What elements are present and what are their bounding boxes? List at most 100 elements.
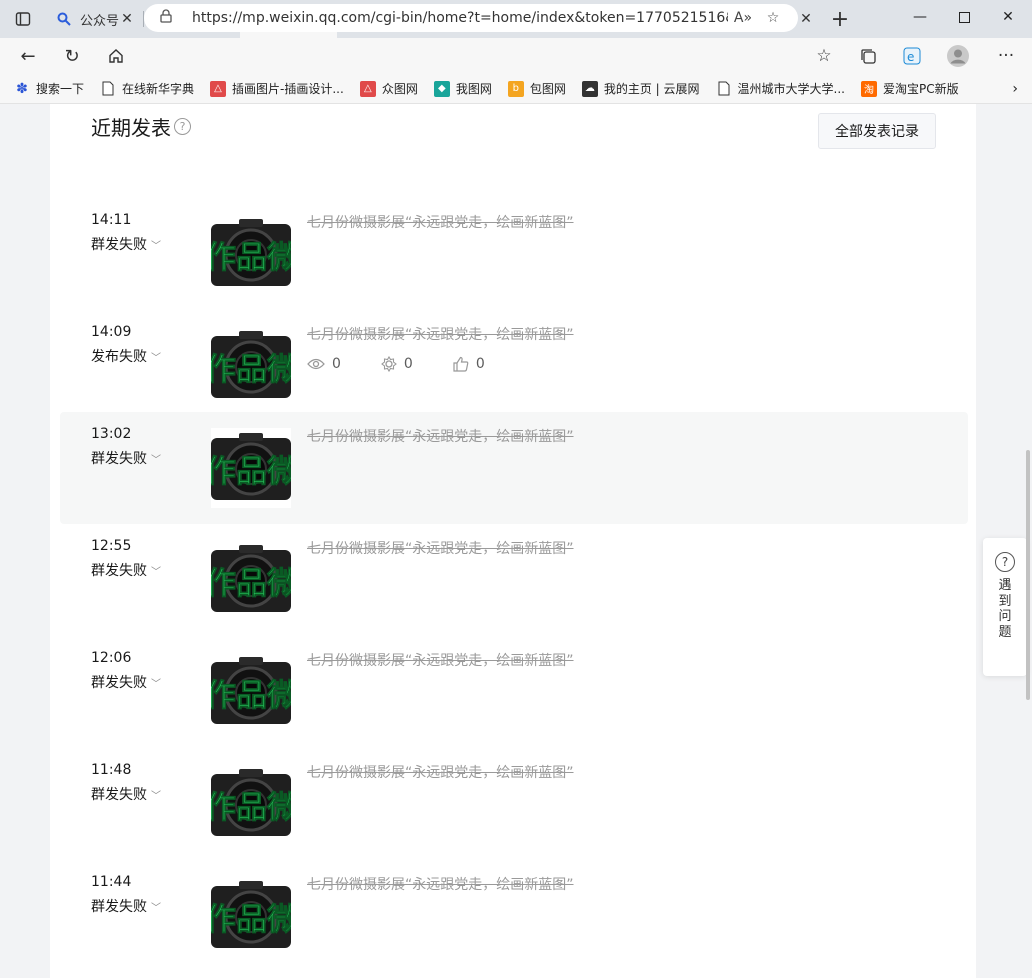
post-title[interactable]: 七月份微摄影展“永远跟党走，绘画新蓝图” xyxy=(307,212,574,232)
post-status: 群发失败 xyxy=(91,451,147,467)
favorites-button[interactable]: ☆ xyxy=(802,38,846,74)
post-thumbnail[interactable]: 作品微 xyxy=(211,326,291,406)
bookmark-label: 众图网 xyxy=(381,82,418,96)
post-thumbnail[interactable]: 作品微 xyxy=(211,876,291,956)
settings-menu-button[interactable]: ··· xyxy=(984,38,1028,74)
post-title[interactable]: 七月份微摄影展“永远跟党走，绘画新蓝图” xyxy=(307,762,574,782)
post-row[interactable]: 12:55 群发失败 ﹀ 作品微 七月份微摄影展“永远跟党走，绘画新蓝图” xyxy=(60,524,968,636)
likes-stat: 0 xyxy=(453,356,485,372)
browser-tab[interactable]: 公众号✕ xyxy=(46,0,143,38)
layers-icon: ◆ xyxy=(433,80,450,97)
drop-icon: b xyxy=(507,80,524,97)
bookmark-item[interactable]: b 包图网 xyxy=(507,80,566,97)
post-row[interactable]: 13:02 群发失败 ﹀ 作品微 七月份微摄影展“永远跟党走，绘画新蓝图” xyxy=(60,412,968,524)
post-status: 群发失败 xyxy=(91,563,147,579)
chevron-right-icon: › xyxy=(1012,81,1018,97)
svg-text:作品微: 作品微 xyxy=(211,566,291,602)
question-icon[interactable]: ? xyxy=(174,118,191,135)
edge-bar-button[interactable]: e xyxy=(890,38,934,74)
edge-icon: e xyxy=(903,47,921,65)
post-status-dropdown[interactable]: 群发失败 ﹀ xyxy=(91,896,161,916)
post-status-dropdown[interactable]: 群发失败 ﹀ xyxy=(91,560,161,580)
post-row[interactable]: 11:48 群发失败 ﹀ 作品微 七月份微摄影展“永远跟党走，绘画新蓝图” xyxy=(60,748,968,860)
post-thumbnail[interactable]: 作品微 xyxy=(211,764,291,844)
refresh-icon: ↻ xyxy=(64,45,80,67)
post-stats: 0 0 0 xyxy=(307,356,525,372)
new-tab-button[interactable]: + xyxy=(822,0,858,38)
post-time: 14:09 xyxy=(91,324,132,340)
close-icon: ✕ xyxy=(1002,9,1014,25)
bookmark-item[interactable]: △ 插画图片-插画设计... xyxy=(210,80,344,97)
tab-actions-button[interactable] xyxy=(0,0,46,38)
page-scrollbar[interactable] xyxy=(1026,450,1030,700)
close-window-button[interactable]: ✕ xyxy=(986,0,1030,34)
post-title[interactable]: 七月份微摄影展“永远跟党走，绘画新蓝图” xyxy=(307,650,574,670)
minimize-button[interactable]: — xyxy=(898,0,942,34)
svg-text:作品微: 作品微 xyxy=(211,240,291,276)
bookmark-label: 温州城市大学大学... xyxy=(737,82,845,96)
post-time: 13:02 xyxy=(91,426,132,442)
post-row[interactable]: 14:11 群发失败 ﹀ 作品微 七月份微摄影展“永远跟党走，绘画新蓝图” xyxy=(60,198,968,310)
post-thumbnail[interactable]: 作品微 xyxy=(211,214,291,294)
address-bar[interactable]: https://mp.weixin.qq.com/cgi-bin/home?t=… xyxy=(144,4,798,32)
post-thumbnail[interactable]: 作品微 xyxy=(211,652,291,732)
bookmark-item[interactable]: 在线新华字典 xyxy=(100,80,194,97)
chevron-down-icon: ﹀ xyxy=(151,902,161,914)
bookmark-item[interactable]: △ 众图网 xyxy=(359,80,418,97)
help-label-char: 题 xyxy=(998,624,1012,640)
close-tab-icon[interactable]: ✕ xyxy=(798,11,814,27)
tab-actions-icon xyxy=(15,12,31,26)
post-status-dropdown[interactable]: 发布失败 ﹀ xyxy=(91,346,161,366)
chevron-down-icon: ﹀ xyxy=(151,566,161,578)
home-button[interactable] xyxy=(94,38,138,74)
bookmark-item[interactable]: ◆ 我图网 xyxy=(433,80,492,97)
read-aloud-icon[interactable]: A» xyxy=(728,10,758,26)
section-title: 近期发表 xyxy=(91,116,171,140)
thumbs-up-icon xyxy=(453,356,469,372)
post-time: 11:44 xyxy=(91,874,132,890)
collections-icon xyxy=(860,48,876,64)
post-row[interactable]: 14:09 发布失败 ﹀ 作品微 七月份微摄影展“永远跟党走，绘画新蓝图” 0 0 0 xyxy=(60,310,968,422)
recent-posts-card: 近期发表 ? 全部发表记录 14:11 群发失败 ﹀ 作品微 七月份微摄影展“永远跟党走… xyxy=(50,104,976,978)
post-thumbnail[interactable]: 作品微 xyxy=(211,428,291,508)
post-status-dropdown[interactable]: 群发失败 ﹀ xyxy=(91,448,161,468)
profile-button[interactable] xyxy=(936,38,980,74)
refresh-button[interactable]: ↻ xyxy=(50,38,94,74)
add-favorite-icon[interactable]: ☆ xyxy=(758,10,788,26)
post-title[interactable]: 七月份微摄影展“永远跟党走，绘画新蓝图” xyxy=(307,324,574,344)
bookmarks-overflow-button[interactable]: › xyxy=(1012,74,1018,104)
triangle-logo-icon: △ xyxy=(210,80,227,97)
close-tab-icon[interactable]: ✕ xyxy=(119,11,135,27)
svg-text:e: e xyxy=(907,50,914,64)
views-stat: 0 xyxy=(307,356,341,372)
post-status-dropdown[interactable]: 群发失败 ﹀ xyxy=(91,784,161,804)
post-row[interactable]: 11:44 群发失败 ﹀ 作品微 七月份微摄影展“永远跟党走，绘画新蓝图” xyxy=(60,860,968,972)
share-icon xyxy=(381,356,397,372)
post-status: 群发失败 xyxy=(91,675,147,691)
tab-title: 公众号 xyxy=(80,13,119,29)
bookmark-item[interactable]: 温州城市大学大学... xyxy=(716,80,845,97)
likes-count: 0 xyxy=(475,356,485,372)
post-status-dropdown[interactable]: 群发失败 ﹀ xyxy=(91,234,161,254)
post-title[interactable]: 七月份微摄影展“永远跟党走，绘画新蓝图” xyxy=(307,538,574,558)
all-posts-button[interactable]: 全部发表记录 xyxy=(818,113,936,149)
help-widget[interactable]: ? 遇到问题 xyxy=(983,538,1027,676)
post-status-dropdown[interactable]: 群发失败 ﹀ xyxy=(91,672,161,692)
post-status: 群发失败 xyxy=(91,237,147,253)
baidu-paw-icon: ✽ xyxy=(16,80,28,97)
more-icon: ··· xyxy=(997,46,1015,66)
bookmark-item[interactable]: ✽ 搜索一下 xyxy=(14,80,84,97)
post-title[interactable]: 七月份微摄影展“永远跟党走，绘画新蓝图” xyxy=(307,874,574,894)
post-row[interactable]: 12:06 群发失败 ﹀ 作品微 七月份微摄影展“永远跟党走，绘画新蓝图” xyxy=(60,636,968,748)
post-time: 11:48 xyxy=(91,762,132,778)
maximize-button[interactable] xyxy=(942,0,986,34)
shares-count: 0 xyxy=(403,356,413,372)
bookmark-label: 插画图片-插画设计... xyxy=(232,82,344,96)
back-button[interactable]: ← xyxy=(6,38,50,74)
collections-button[interactable] xyxy=(846,38,890,74)
post-title[interactable]: 七月份微摄影展“永远跟党走，绘画新蓝图” xyxy=(307,426,574,446)
bookmark-item[interactable]: ☁ 我的主页 | 云展网 xyxy=(581,80,700,97)
bookmark-item[interactable]: 淘爱淘宝PC新版 xyxy=(861,80,959,97)
bookmark-label: 包图网 xyxy=(529,82,566,96)
post-thumbnail[interactable]: 作品微 xyxy=(211,540,291,620)
